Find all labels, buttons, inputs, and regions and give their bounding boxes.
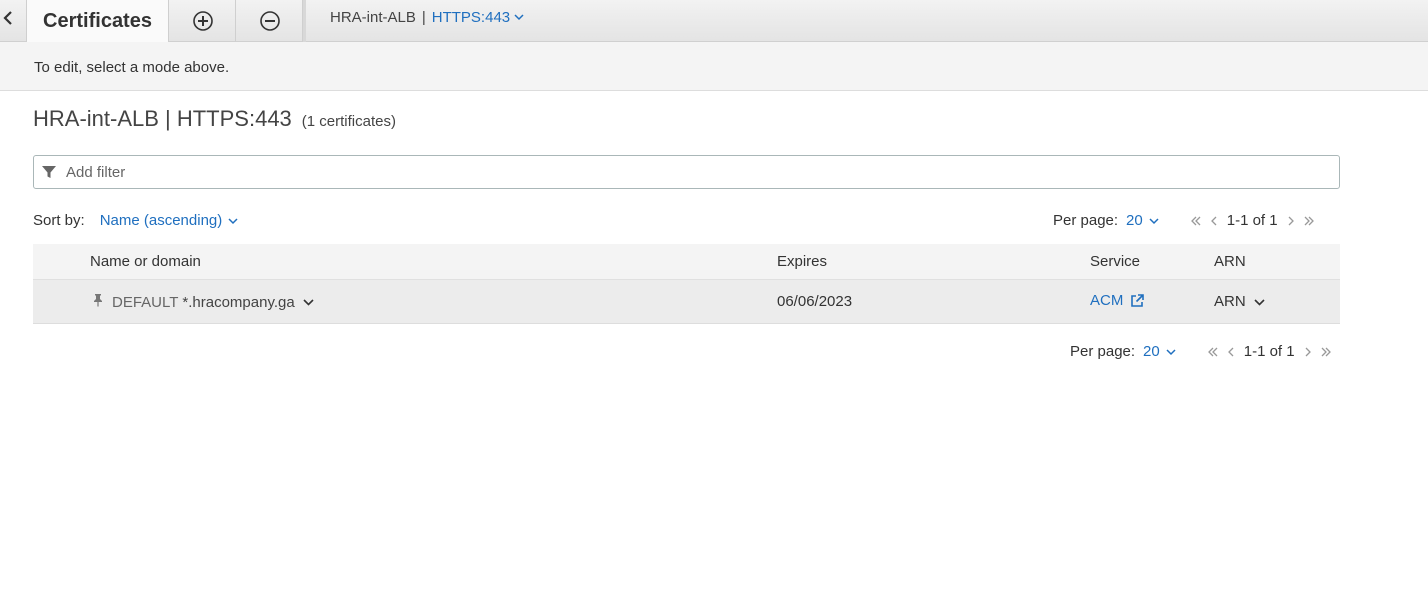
first-page-icon[interactable] <box>1189 216 1203 226</box>
default-badge: DEFAULT <box>112 293 179 311</box>
expires-cell: 06/06/2023 <box>777 293 853 310</box>
filter-icon <box>42 165 56 184</box>
certificate-count: (1 certificates) <box>301 113 396 130</box>
page-navigation: 1-1 of 1 <box>1206 343 1333 360</box>
arn-dropdown[interactable]: ARN <box>1214 293 1265 310</box>
column-expires: Expires <box>777 253 828 270</box>
per-page-dropdown[interactable]: 20 <box>1126 212 1159 229</box>
minus-circle-icon <box>259 11 280 31</box>
chevron-down-icon <box>228 217 238 224</box>
column-arn: ARN <box>1214 253 1246 270</box>
expand-row-button[interactable] <box>303 298 314 306</box>
sort-label: Sort by: <box>33 212 85 229</box>
pagination-bottom: Per page: 20 1-1 of 1 <box>1070 343 1333 360</box>
breadcrumb-load-balancer: HRA-int-ALB <box>330 8 416 26</box>
listener-label: HTTPS:443 <box>431 8 511 26</box>
external-link-icon <box>1131 293 1145 307</box>
sort-dropdown[interactable]: Name (ascending) <box>100 212 239 229</box>
last-page-icon[interactable] <box>1319 347 1333 357</box>
arn-label: ARN <box>1214 293 1246 310</box>
add-certificate-button[interactable] <box>170 0 236 42</box>
filter-input[interactable] <box>66 160 1326 184</box>
filter-box <box>33 155 1340 189</box>
per-page-value: 20 <box>1126 212 1143 229</box>
per-page-label: Per page: <box>1053 212 1119 229</box>
per-page-dropdown[interactable]: 20 <box>1143 343 1176 360</box>
chevron-down-icon <box>1166 348 1176 355</box>
chevron-down-icon <box>1149 217 1159 224</box>
page-heading: HRA-int-ALB | HTTPS:443 (1 certificates) <box>33 106 396 132</box>
info-bar: To edit, select a mode above. <box>0 42 1428 91</box>
sort-bar: Sort by: Name (ascending) <box>33 212 238 229</box>
next-page-icon[interactable] <box>1301 347 1315 357</box>
plus-circle-icon <box>192 11 213 31</box>
pagination-top: Per page: 20 1-1 of 1 <box>1053 212 1316 229</box>
service-name: ACM <box>1090 292 1124 309</box>
per-page-value: 20 <box>1143 343 1160 360</box>
table-header: Name or domain Expires Service ARN <box>33 244 1340 280</box>
page-title: HRA-int-ALB | HTTPS:443 <box>33 106 292 131</box>
chevron-down-icon <box>1254 298 1265 306</box>
remove-certificate-button[interactable] <box>237 0 303 42</box>
certificate-domain: *.hracompany.ga <box>182 293 295 311</box>
breadcrumb-separator: | <box>421 8 426 26</box>
column-service: Service <box>1090 253 1141 270</box>
chevron-down-icon <box>303 299 314 306</box>
back-icon[interactable] <box>0 6 18 30</box>
tab-certificates-label: Certificates <box>43 9 152 32</box>
table-row[interactable]: DEFAULT *.hracompany.ga 06/06/2023 ACM A… <box>33 280 1340 324</box>
top-toolbar: Certificates HRA-int-ALB | HTTPS:443 <box>0 0 1428 42</box>
per-page-label: Per page: <box>1070 343 1136 360</box>
sort-value: Name (ascending) <box>99 212 223 229</box>
breadcrumb: HRA-int-ALB | HTTPS:443 <box>330 8 524 26</box>
acm-link[interactable]: ACM <box>1090 292 1145 309</box>
name-cell: DEFAULT *.hracompany.ga <box>92 293 314 311</box>
listener-selector[interactable]: HTTPS:443 <box>432 9 524 26</box>
toolbar-divider <box>303 0 306 42</box>
page-range: 1-1 of 1 <box>1243 343 1295 360</box>
first-page-icon[interactable] <box>1206 347 1220 357</box>
next-page-icon[interactable] <box>1284 216 1298 226</box>
page-range: 1-1 of 1 <box>1226 212 1278 229</box>
last-page-icon[interactable] <box>1302 216 1316 226</box>
chevron-down-icon <box>514 14 524 21</box>
column-name-or-domain: Name or domain <box>90 253 201 270</box>
page-navigation: 1-1 of 1 <box>1189 212 1316 229</box>
info-message: To edit, select a mode above. <box>34 59 230 76</box>
previous-page-icon[interactable] <box>1207 216 1221 226</box>
previous-page-icon[interactable] <box>1224 347 1238 357</box>
tab-certificates[interactable]: Certificates <box>26 0 169 42</box>
service-cell: ACM <box>1090 292 1145 309</box>
pin-icon <box>92 293 104 311</box>
arn-cell: ARN <box>1214 293 1265 310</box>
